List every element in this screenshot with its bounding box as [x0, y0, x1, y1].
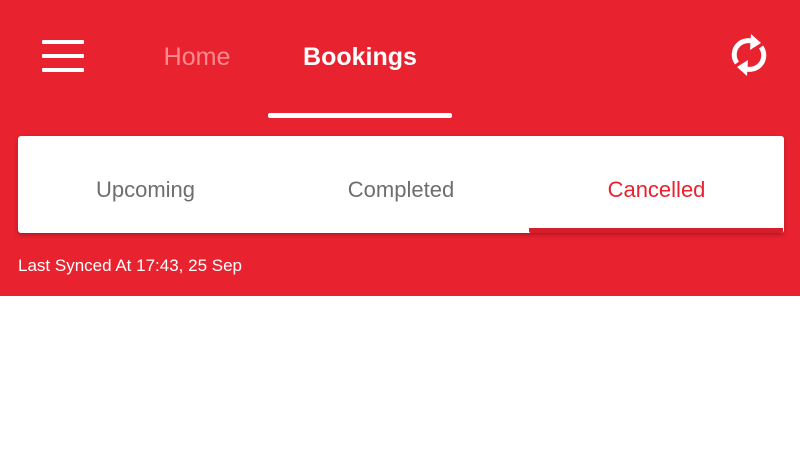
refresh-sync-icon [731, 34, 767, 76]
booking-status-tabs: Upcoming Completed Cancelled [18, 136, 784, 233]
active-tab-indicator [268, 113, 452, 118]
tab-upcoming[interactable]: Upcoming [18, 136, 273, 230]
tab-home[interactable]: Home [160, 40, 234, 74]
selected-segment-indicator [529, 228, 783, 233]
last-synced-label: Last Synced At 17:43, 25 Sep [18, 256, 242, 275]
tab-cancelled[interactable]: Cancelled [529, 136, 784, 230]
app-header: Home Bookings Upcoming Completed Cancell… [0, 0, 800, 296]
menu-button[interactable] [42, 40, 84, 72]
tab-bookings[interactable]: Bookings [302, 40, 418, 74]
sync-button[interactable] [726, 30, 772, 80]
app-root: Home Bookings Upcoming Completed Cancell… [0, 0, 800, 451]
tab-completed[interactable]: Completed [273, 136, 529, 230]
bookings-content-area [0, 296, 800, 451]
